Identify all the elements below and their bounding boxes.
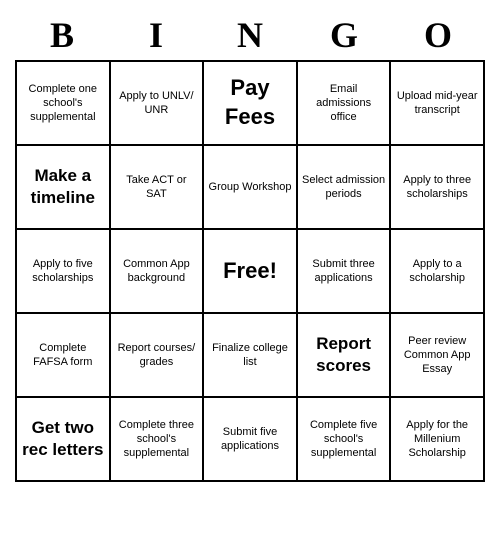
bingo-cell-text-7: Group Workshop xyxy=(209,180,292,194)
bingo-cell-12: Free! xyxy=(204,230,298,314)
header-letter-o: O xyxy=(391,10,485,60)
bingo-cell-text-19: Peer review Common App Essay xyxy=(395,334,479,377)
bingo-cell-text-11: Common App background xyxy=(115,257,199,286)
bingo-cell-text-17: Finalize college list xyxy=(208,341,292,370)
header-letter-g: G xyxy=(297,10,391,60)
bingo-cell-text-20: Get two rec letters xyxy=(21,417,105,461)
bingo-cell-17: Finalize college list xyxy=(204,314,298,398)
bingo-cell-text-18: Report scores xyxy=(302,333,386,377)
bingo-cell-19: Peer review Common App Essay xyxy=(391,314,485,398)
bingo-cell-text-1: Apply to UNLV/ UNR xyxy=(115,89,199,118)
bingo-cell-text-9: Apply to three scholarships xyxy=(395,173,479,202)
bingo-cell-text-24: Apply for the Millenium Scholarship xyxy=(395,418,479,461)
bingo-cell-text-8: Select admission periods xyxy=(302,173,386,202)
bingo-cell-text-23: Complete five school's supplemental xyxy=(302,418,386,461)
bingo-cell-2: Pay Fees xyxy=(204,62,298,146)
bingo-cell-text-10: Apply to five scholarships xyxy=(21,257,105,286)
bingo-cell-4: Upload mid-year transcript xyxy=(391,62,485,146)
bingo-cell-10: Apply to five scholarships xyxy=(17,230,111,314)
bingo-cell-8: Select admission periods xyxy=(298,146,392,230)
bingo-cell-text-15: Complete FAFSA form xyxy=(21,341,105,370)
bingo-cell-text-21: Complete three school's supplemental xyxy=(115,418,199,461)
bingo-cell-22: Submit five applications xyxy=(204,398,298,482)
bingo-cell-text-0: Complete one school's supplemental xyxy=(21,82,105,125)
bingo-cell-23: Complete five school's supplemental xyxy=(298,398,392,482)
bingo-cell-13: Submit three applications xyxy=(298,230,392,314)
bingo-cell-16: Report courses/ grades xyxy=(111,314,205,398)
bingo-grid: Complete one school's supplemental Apply … xyxy=(15,60,485,482)
header-letter-n: N xyxy=(203,10,297,60)
bingo-cell-text-12: Free! xyxy=(223,257,277,286)
bingo-cell-5: Make a timeline xyxy=(17,146,111,230)
bingo-cell-text-3: Email admissions office xyxy=(302,82,386,125)
header-letter-i: I xyxy=(109,10,203,60)
bingo-cell-text-5: Make a timeline xyxy=(21,165,105,209)
bingo-cell-14: Apply to a scholarship xyxy=(391,230,485,314)
bingo-cell-text-2: Pay Fees xyxy=(208,74,292,131)
bingo-cell-3: Email admissions office xyxy=(298,62,392,146)
bingo-cell-9: Apply to three scholarships xyxy=(391,146,485,230)
bingo-cell-text-14: Apply to a scholarship xyxy=(395,257,479,286)
bingo-cell-0: Complete one school's supplemental xyxy=(17,62,111,146)
bingo-cell-text-6: Take ACT or SAT xyxy=(115,173,199,202)
header-letter-b: B xyxy=(15,10,109,60)
bingo-card: BINGO Complete one school's supplemental… xyxy=(15,10,485,482)
bingo-cell-text-22: Submit five applications xyxy=(208,425,292,454)
bingo-cell-18: Report scores xyxy=(298,314,392,398)
bingo-cell-20: Get two rec letters xyxy=(17,398,111,482)
bingo-cell-15: Complete FAFSA form xyxy=(17,314,111,398)
bingo-cell-text-13: Submit three applications xyxy=(302,257,386,286)
bingo-cell-24: Apply for the Millenium Scholarship xyxy=(391,398,485,482)
bingo-cell-7: Group Workshop xyxy=(204,146,298,230)
bingo-cell-21: Complete three school's supplemental xyxy=(111,398,205,482)
bingo-cell-text-16: Report courses/ grades xyxy=(115,341,199,370)
bingo-cell-6: Take ACT or SAT xyxy=(111,146,205,230)
bingo-cell-1: Apply to UNLV/ UNR xyxy=(111,62,205,146)
bingo-cell-11: Common App background xyxy=(111,230,205,314)
bingo-header: BINGO xyxy=(15,10,485,60)
bingo-cell-text-4: Upload mid-year transcript xyxy=(395,89,479,118)
